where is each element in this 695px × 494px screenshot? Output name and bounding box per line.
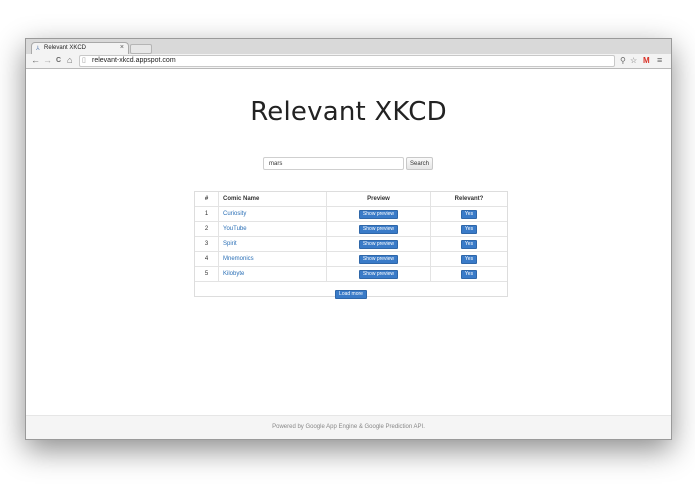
relevant-yes-button[interactable]: Yes	[460, 224, 478, 234]
row-number: 1	[195, 206, 219, 222]
gmail-icon[interactable]: M	[643, 55, 650, 66]
close-tab-icon[interactable]: ×	[120, 44, 124, 51]
page-title: Relevant XKCD	[250, 97, 447, 127]
show-preview-button[interactable]: Show preview	[358, 239, 399, 249]
search-icon[interactable]: ⚲	[620, 55, 626, 66]
load-more-button[interactable]: Load more	[335, 290, 367, 299]
row-number: 4	[195, 251, 219, 267]
relevant-yes-button[interactable]: Yes	[460, 209, 478, 219]
row-number: 3	[195, 236, 219, 252]
table-row: 3 Spirit Show preview Yes	[195, 236, 507, 252]
browser-window: ⅄ Relevant XKCD × ← → C ⌂ ▯ relevant-xkc…	[25, 38, 672, 440]
browser-toolbar: ← → C ⌂ ▯ relevant-xkcd.appspot.com ⚲ ☆ …	[26, 54, 671, 69]
page-footer: Powered by Google App Engine & Google Pr…	[26, 415, 671, 439]
table-header-row: # Comic Name Preview Relevant?	[195, 192, 507, 207]
star-icon[interactable]: ☆	[630, 55, 637, 66]
header-preview: Preview	[326, 192, 431, 207]
comic-link[interactable]: Kilobyte	[223, 271, 244, 277]
comic-link[interactable]: Curiosity	[223, 211, 246, 217]
page-icon: ▯	[82, 57, 86, 64]
menu-icon[interactable]: ≡	[657, 55, 662, 66]
relevant-yes-button[interactable]: Yes	[460, 239, 478, 249]
header-comic-name: Comic Name	[218, 192, 327, 207]
relevant-yes-button[interactable]: Yes	[460, 254, 478, 264]
reload-icon[interactable]: C	[56, 55, 61, 66]
load-more-row: Load more	[195, 282, 507, 299]
search-button[interactable]: Search	[406, 157, 433, 170]
tab-title: Relevant XKCD	[44, 45, 87, 51]
row-number: 2	[195, 221, 219, 237]
table-row: 5 Kilobyte Show preview Yes	[195, 266, 507, 282]
show-preview-button[interactable]: Show preview	[358, 254, 399, 264]
back-icon[interactable]: ←	[31, 55, 40, 66]
table-row: 4 Mnemonics Show preview Yes	[195, 251, 507, 267]
new-tab-button[interactable]	[130, 44, 152, 54]
show-preview-button[interactable]: Show preview	[358, 209, 399, 219]
xkcd-favicon-icon: ⅄	[36, 46, 40, 52]
table-row: 2 YouTube Show preview Yes	[195, 221, 507, 237]
tab-strip: ⅄ Relevant XKCD ×	[26, 39, 671, 55]
show-preview-button[interactable]: Show preview	[358, 269, 399, 279]
row-number: 5	[195, 266, 219, 282]
address-bar[interactable]: ▯ relevant-xkcd.appspot.com	[79, 55, 615, 67]
relevant-yes-button[interactable]: Yes	[460, 269, 478, 279]
forward-icon[interactable]: →	[43, 55, 52, 66]
header-relevant: Relevant?	[430, 192, 507, 207]
search-input[interactable]: mars	[263, 157, 404, 170]
url-text[interactable]: relevant-xkcd.appspot.com	[92, 56, 176, 66]
show-preview-button[interactable]: Show preview	[358, 224, 399, 234]
comic-link[interactable]: YouTube	[223, 226, 247, 232]
results-table: # Comic Name Preview Relevant? 1 Curiosi…	[194, 191, 508, 299]
table-row: 1 Curiosity Show preview Yes	[195, 206, 507, 222]
home-icon[interactable]: ⌂	[67, 55, 72, 66]
page-content: Relevant XKCD mars Search # Comic Name P…	[26, 69, 671, 415]
comic-link[interactable]: Mnemonics	[223, 256, 254, 262]
comic-link[interactable]: Spirit	[223, 241, 237, 247]
header-number: #	[195, 192, 219, 207]
